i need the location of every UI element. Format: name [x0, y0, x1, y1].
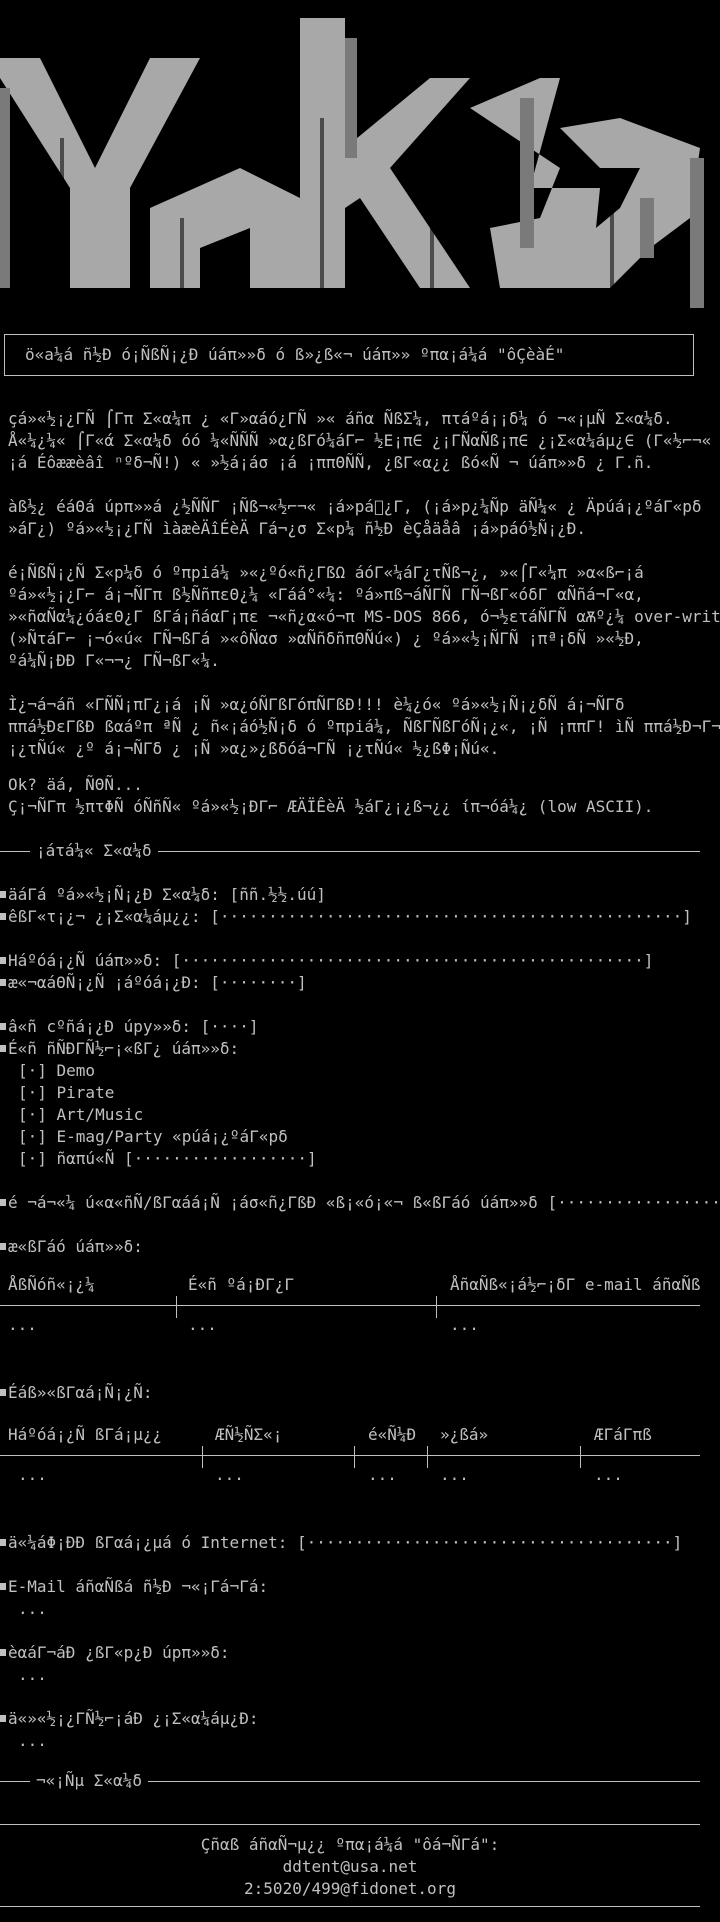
- option-other[interactable]: [·] ñαπú«Ñ [··················]: [18, 1148, 317, 1170]
- col-hours: é«Ñ¼Ð: [368, 1425, 417, 1444]
- intro-line: é¡ÑßÑ¡¿Ñ Σ«p¼δ ó ºπpiá¼ »«¿ºó«ñ¿ΓßΩ áóΓ«…: [8, 563, 644, 582]
- option-demo[interactable]: [·] Demo: [18, 1060, 95, 1082]
- releases-cell[interactable]: ...: [368, 1464, 397, 1486]
- warning-line: ππá½ÐεΓßÐ ßαáºπ ªÑ ¿ ñ«¡áó½Ñ¡δ ó ºπpiá¼,…: [8, 717, 720, 736]
- group-logo-art: [0, 18, 704, 308]
- option-emag-party[interactable]: [·] E-mag/Party «púá¡¿ºáΓ«pδ: [18, 1126, 288, 1148]
- ok-line: Ok? äá, ÑΘÑ...: [8, 775, 143, 794]
- extra-value[interactable]: ...: [18, 1730, 47, 1752]
- field-source[interactable]: êßΓ«τ¡¿¬ ¿¡Σ«α¼áµ¿¿: [··················…: [0, 906, 692, 928]
- intro-line: [8, 474, 712, 496]
- intro-line: ºá¼Ñ¡ÐÐ Γ«¬¬¿ ΓÑ¬ßΓ«¼.: [8, 651, 220, 670]
- col-email: ÅñαÑß«¡á½⌐¡δΓ e-mail áñαÑß: [450, 1275, 701, 1294]
- form-title: ö«a¼á ñ½Ð ó¡ÑßÑ¡¿Ð úáπ»»δ ó ß»¿ß«¬ úáπ»»…: [25, 345, 565, 364]
- section-header-start: ¡áτá¼« Σ«α¼δ: [0, 840, 700, 862]
- members-table-rule: [0, 1305, 700, 1306]
- releases-table-rule: [0, 1455, 700, 1456]
- ok-text: Ok? äá, ÑΘÑ... Ç¡¬ÑΓπ ½πτΦÑ óÑñÑ« ºá»«½¡Ð…: [8, 774, 712, 818]
- field-contact-email: E-Mail áñαÑßá ñ½Ð ¬«¡Γá¬Γá:: [0, 1577, 269, 1596]
- members-heading: æ«ßΓáó úáπ»»δ:: [0, 1237, 143, 1256]
- members-cell[interactable]: ...: [188, 1314, 217, 1336]
- col-nick: ÅßÑóñ«¡¿¼: [8, 1275, 95, 1294]
- intro-line: »«ñαÑα¼¿óáεΘ¿Γ ßΓá¡ñáαΓ¡πε ¬«ñ¿α«ó¬π MS-…: [8, 607, 720, 626]
- col-station: Háºóá¡¿Ñ ßΓá¡µ¿¿: [8, 1425, 163, 1444]
- option-art-music[interactable]: [·] Art/Music: [18, 1104, 143, 1126]
- history-value[interactable]: ...: [18, 1664, 47, 1686]
- col-role: É«ñ ºá¡ÐΓ¿Γ: [188, 1275, 294, 1294]
- releases-cell[interactable]: ...: [215, 1464, 244, 1486]
- intro-line: »áΓ¿) ºá»«½¡¿ΓÑ ìàæèÄîÉèÄ Γá¬¿σ Σ«p¼ ñ½Ð…: [8, 519, 586, 538]
- intro-line: ºá»«½¡¿Γ⌐ á¡¬ÑΓπ ß½ÑñπεΘ¿¼ «Γáá°«¼: ºá»π…: [8, 585, 644, 604]
- members-cell[interactable]: ...: [450, 1314, 479, 1336]
- footer-fido[interactable]: 2:5020/499@fidonet.org: [0, 1878, 700, 1900]
- field-location[interactable]: é ¬á¬«¼ ú«α«ñÑ/ßΓαáá¡Ñ ¡áσ«ñ¿ΓßÐ «ß¡«ó¡«…: [0, 1192, 720, 1214]
- field-group-name[interactable]: Háºóá¡¿Ñ úáπ»»δ: [······················…: [0, 950, 653, 972]
- footer-rule-top: [0, 1824, 700, 1825]
- col-sysop: »¿ßá»: [440, 1425, 489, 1444]
- intro-line: Å«¼¿¼« ⌠Γ«ά Σ«α¼δ óó ¼«ÑÑÑ »α¿ßΓó¼áΓ⌐ ½Ε…: [8, 431, 712, 450]
- title-frame: ö«a¼á ñ½Ð ó¡ÑßÑ¡¿Ð úáπ»»δ ó ß»¿ß«¬ úáπ»»…: [4, 334, 694, 376]
- field-date[interactable]: äáΓá ºá»«½¡Ñ¡¿Ð Σ«α¼δ: [ññ.½½.úú]: [0, 884, 326, 906]
- releases-heading: Éáß»«ßΓαá¡Ñ¡¿Ñ:: [0, 1383, 153, 1402]
- warning-line: Ì¿¬á¬áñ «ΓÑÑ¡πΓ¿¡á ¡Ñ »α¿óÑΓßΓóπÑΓßÐ!!! …: [8, 695, 625, 714]
- intro-line: ¡á Éôææèâî ⁿºδ¬Ñ!) « »½á¡áσ ¡á ¡ππΘÑÑ, ¿…: [8, 453, 654, 472]
- ok-line: Ç¡¬ÑΓπ ½πτΦÑ óÑñÑ« ºá»«½¡ÐΓ⌐ ÆÄÏÊèÄ ½áΓ¿…: [8, 797, 654, 816]
- warning-line: ¡¿τÑú« ¿º á¡¬ÑΓδ ¿ ¡Ñ »α¿»¿ßδóá¬ΓÑ ¡¿τÑú…: [8, 739, 500, 758]
- field-extra: ä«»«½¡¿ΓÑ½⌐¡áÐ ¿¡Σ«α¼áµ¿Ð:: [0, 1709, 259, 1728]
- option-pirate[interactable]: [·] Pirate: [18, 1082, 114, 1104]
- field-year[interactable]: â«ñ cºñá¡¿Ð úpy»»δ: [····]: [0, 1016, 258, 1038]
- col-status: ÆΓáΓπß: [594, 1425, 652, 1444]
- contact-email-value[interactable]: ...: [18, 1598, 47, 1620]
- field-homepage[interactable]: ä«¼áΦ¡ÐÐ ßΓαá¡¿µá ó Internet: [·········…: [0, 1532, 682, 1554]
- intro-line: àß½¿ éáΘá úpπ»»á ¿½ÑÑΓ ¡Ñß¬«½⌐¬« ¡á»pá󽄡¿…: [8, 497, 702, 516]
- col-phone: ÆÑ½ÑΣ«¡: [215, 1425, 283, 1444]
- releases-cell[interactable]: ...: [440, 1464, 469, 1486]
- footer-rule-bottom: [0, 1906, 700, 1907]
- footer-email[interactable]: ddtent@usa.net: [0, 1856, 700, 1878]
- releases-cell[interactable]: ...: [18, 1464, 47, 1486]
- footer-sendto: Çñαß áñαÑ¬µ¿¿ ºπα¡á¼á "ôá¬ÑΓá":: [200, 1835, 500, 1854]
- field-history: èαáΓ¬áÐ ¿ßΓ«p¿Ð úpπ»»δ:: [0, 1643, 230, 1662]
- releases-cell[interactable]: ...: [594, 1464, 623, 1486]
- members-cell[interactable]: ...: [8, 1314, 37, 1336]
- intro-line: [8, 540, 712, 562]
- intro-line: (»ÑτáΓ⌐ ¡¬ó«ú« ΓÑ¬ßΓá »«ôÑασ »αÑñδñπΘÑú«…: [8, 629, 644, 648]
- warning-text: Ì¿¬á¬áñ «ΓÑÑ¡πΓ¿¡á ¡Ñ »α¿óÑΓßΓóπÑΓßÐ!!! …: [8, 694, 720, 760]
- section-header-end: ¬«¡Ñµ Σ«α¼δ: [0, 1770, 700, 1792]
- field-abbrev[interactable]: æ«¬αáΘÑ¡¿Ñ ¡áºóá¡¿Ð: [········]: [0, 972, 307, 994]
- field-type: É«ñ ñÑÐΓÑ½⌐¡«ßΓ¿ úáπ»»δ:: [0, 1039, 240, 1058]
- intro-text: çá»«½¡¿ΓÑ ⌠Γπ Σ«α¼π ¿ «Γ»αáó¿ΓÑ »« áñα Ñ…: [8, 408, 720, 672]
- intro-line: çá»«½¡¿ΓÑ ⌠Γπ Σ«α¼π ¿ «Γ»αáó¿ΓÑ »« áñα Ñ…: [8, 409, 673, 428]
